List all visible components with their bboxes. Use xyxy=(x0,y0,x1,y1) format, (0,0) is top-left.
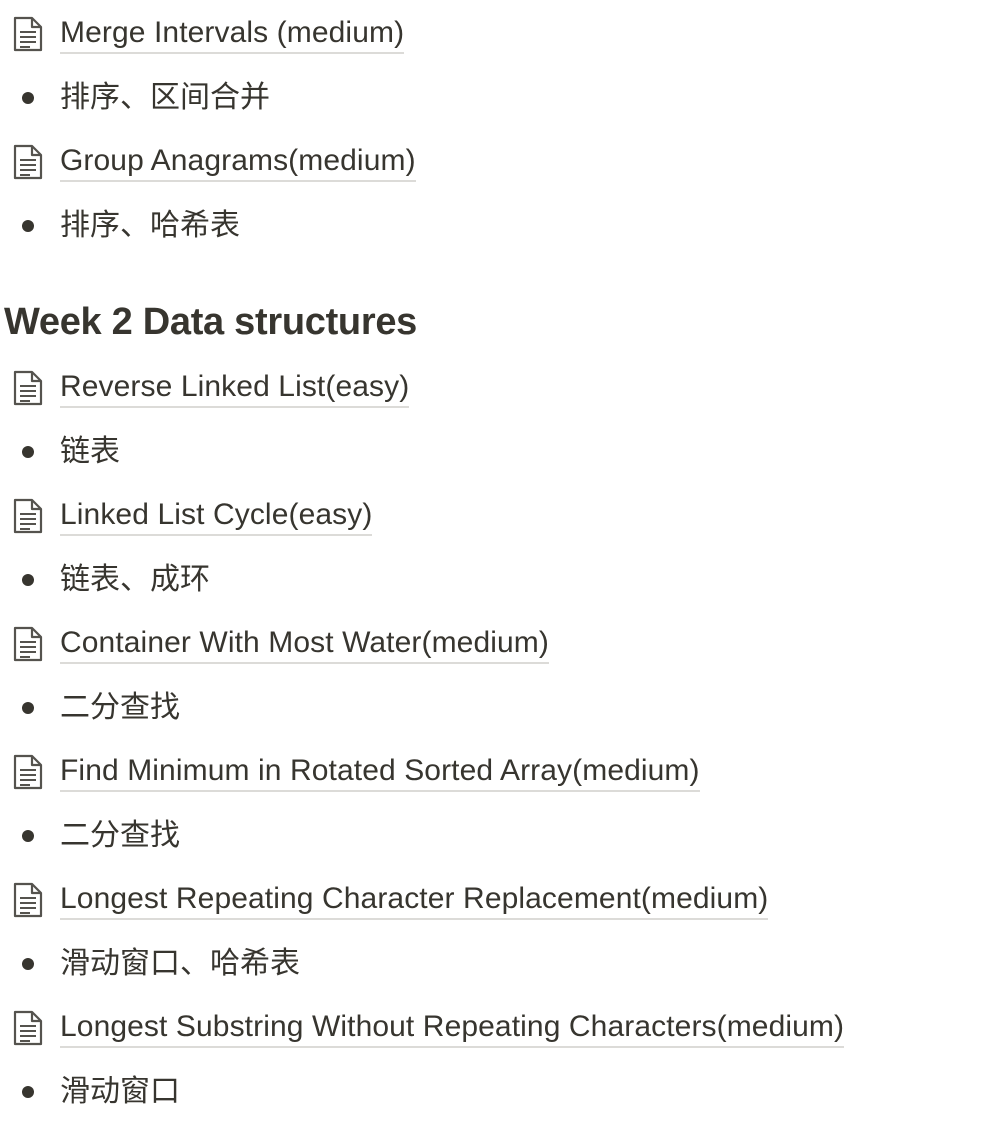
bullet-dot xyxy=(22,446,34,458)
list-item-text: 链表 xyxy=(60,434,120,469)
document-icon xyxy=(10,142,46,182)
document-icon xyxy=(10,14,46,54)
bullet-dot xyxy=(22,958,34,970)
document-icon xyxy=(10,752,46,792)
list-item-text: 滑动窗口 xyxy=(60,1074,180,1109)
document-icon xyxy=(10,496,46,536)
list-item-text: 排序、哈希表 xyxy=(60,208,240,243)
document-icon xyxy=(10,880,46,920)
bullet-dot xyxy=(22,574,34,586)
bullet-dot xyxy=(22,702,34,714)
list-item-text: 滑动窗口、哈希表 xyxy=(60,946,300,981)
list-item-text: 排序、区间合并 xyxy=(60,80,270,115)
document-icon xyxy=(10,1008,46,1048)
document-icon xyxy=(10,368,46,408)
bullet-dot xyxy=(22,830,34,842)
bullet-dot xyxy=(22,1086,34,1098)
section-heading: Week 2 Data structures xyxy=(4,301,417,343)
page-link-title[interactable]: Longest Repeating Character Replacement(… xyxy=(60,880,769,920)
notion-page-content: Merge Intervals (medium) 排序、区间合并 Group A… xyxy=(0,0,982,1136)
list-item-text: 链表、成环 xyxy=(60,562,210,597)
bullet-dot xyxy=(22,220,34,232)
page-link-title[interactable]: Linked List Cycle(easy) xyxy=(60,496,373,536)
page-link-title[interactable]: Find Minimum in Rotated Sorted Array(med… xyxy=(60,752,700,792)
page-link-title[interactable]: Group Anagrams(medium) xyxy=(60,142,416,182)
page-link-title[interactable]: Longest Substring Without Repeating Char… xyxy=(60,1008,845,1048)
bullet-dot xyxy=(22,92,34,104)
list-item-text: 二分查找 xyxy=(60,818,180,853)
page-link-title[interactable]: Reverse Linked List(easy) xyxy=(60,368,410,408)
page-link-title[interactable]: Container With Most Water(medium) xyxy=(60,624,549,664)
document-icon xyxy=(10,624,46,664)
list-item-text: 二分查找 xyxy=(60,690,180,725)
page-link-title[interactable]: Merge Intervals (medium) xyxy=(60,14,405,54)
